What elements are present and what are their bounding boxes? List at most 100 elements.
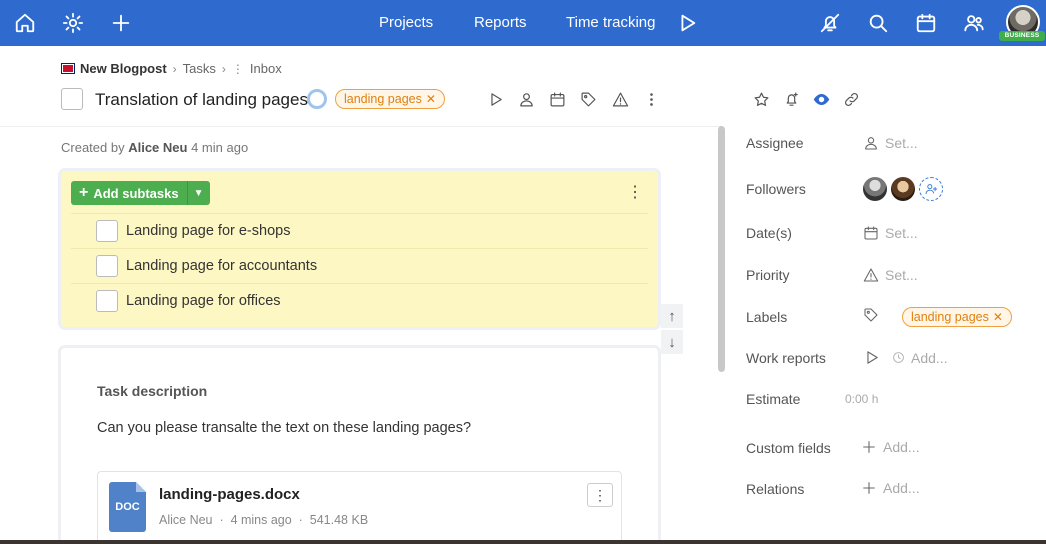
follower-avatar[interactable] [863, 177, 887, 201]
description-text[interactable]: Can you please transalte the text on the… [97, 420, 471, 436]
subtask-title[interactable]: Landing page for offices [126, 293, 281, 309]
assignee-icon[interactable] [516, 89, 536, 109]
nav-time-tracking[interactable]: Time tracking [566, 14, 655, 31]
notifications-off-icon[interactable] [818, 11, 842, 35]
chevron-down-icon[interactable]: ▼ [188, 181, 210, 205]
labels-label: Labels [746, 309, 788, 325]
arrow-down-icon[interactable]: ↓ [661, 330, 683, 354]
assignee-set[interactable]: Set... [863, 135, 918, 151]
tag-icon [864, 308, 878, 322]
priority-set[interactable]: Set... [863, 267, 918, 283]
followers-label: Followers [746, 181, 806, 197]
assignee-label: Assignee [746, 135, 804, 151]
play-icon[interactable] [675, 11, 699, 35]
task-title[interactable]: Translation of landing pages [95, 90, 308, 110]
dates-label: Date(s) [746, 225, 792, 241]
plus-icon [863, 482, 875, 494]
user-icon [865, 137, 877, 150]
follower-avatar[interactable] [891, 177, 915, 201]
created-info: Created by Alice Neu 4 min ago [61, 140, 248, 155]
custom-fields-label: Custom fields [746, 440, 831, 456]
subtask-title[interactable]: Landing page for accountants [126, 258, 317, 274]
task-detail-window: Projects Reports Time tracking BUSINESS … [0, 0, 1046, 540]
relations-add[interactable]: Add... [861, 480, 920, 496]
subtasks-panel: + Add subtasks ▼ ⋮ Landing page for e-sh… [61, 171, 658, 327]
custom-fields-add[interactable]: Add... [861, 439, 920, 455]
link-icon[interactable] [841, 89, 861, 109]
start-timer-icon[interactable] [485, 89, 505, 109]
created-ago: 4 min ago [191, 140, 249, 155]
progress-ring-icon[interactable] [307, 89, 327, 109]
subtask-checkbox[interactable] [96, 290, 118, 312]
uk-flag-icon [61, 63, 75, 74]
labels-chip-text: landing pages [911, 310, 989, 324]
attachment-time: 4 mins ago [230, 513, 292, 527]
attachment-card[interactable]: DOC landing-pages.docx Alice Neu · 4 min… [97, 471, 622, 540]
subtasks-more-icon[interactable]: ⋮ [627, 184, 643, 202]
work-reports-value: Add... [911, 349, 948, 366]
plus-icon[interactable] [109, 11, 133, 35]
add-subtasks-button[interactable]: + Add subtasks ▼ [71, 181, 210, 205]
home-icon[interactable] [13, 11, 37, 35]
star-icon[interactable] [751, 89, 771, 109]
subtask-checkbox[interactable] [96, 220, 118, 242]
task-label-chip[interactable]: landing pages ✕ [335, 89, 445, 109]
breadcrumb-project[interactable]: New Blogpost [80, 61, 167, 76]
breadcrumb-inbox[interactable]: Inbox [250, 61, 282, 76]
nav-projects[interactable]: Projects [379, 14, 433, 31]
relations-value: Add... [883, 480, 920, 496]
desktop-background [0, 540, 1046, 544]
plus-icon: + [79, 184, 89, 201]
subtask-row[interactable]: Landing page for e-shops [71, 213, 648, 248]
priority-warning-icon[interactable] [610, 89, 630, 109]
search-icon[interactable] [866, 11, 890, 35]
custom-fields-value: Add... [883, 439, 920, 455]
doc-file-icon: DOC [109, 482, 146, 532]
breadcrumb-tasks[interactable]: Tasks [183, 61, 216, 76]
created-by-name[interactable]: Alice Neu [128, 140, 187, 155]
users-icon[interactable] [962, 11, 986, 35]
estimate-value[interactable]: 0:00 h [845, 392, 878, 406]
task-label-text: landing pages [344, 92, 422, 106]
bell-plus-icon[interactable] [781, 89, 801, 109]
calendar-icon [864, 226, 878, 240]
tag-icon[interactable] [578, 89, 598, 109]
eye-icon[interactable] [811, 89, 831, 109]
more-vertical-icon[interactable] [641, 89, 661, 109]
settings-icon[interactable] [61, 11, 85, 35]
work-reports-label: Work reports [746, 350, 826, 366]
clock-icon [893, 352, 904, 363]
description-label: Task description [97, 383, 208, 399]
labels-tag-icon-wrap[interactable] [863, 307, 879, 323]
attachment-size: 541.48 KB [309, 513, 369, 527]
add-follower-button[interactable] [919, 177, 943, 201]
business-badge: BUSINESS [999, 31, 1045, 41]
estimate-label: Estimate [746, 391, 801, 407]
labels-chip[interactable]: landing pages ✕ [902, 307, 1012, 327]
subtask-row[interactable]: Landing page for accountants [71, 248, 648, 283]
nav-reports[interactable]: Reports [474, 14, 527, 31]
attachment-name[interactable]: landing-pages.docx [159, 486, 300, 503]
task-complete-checkbox[interactable] [61, 88, 83, 110]
add-subtasks-main[interactable]: + Add subtasks [71, 181, 188, 205]
chevron-right-icon: › [172, 61, 177, 76]
subtask-title[interactable]: Landing page for e-shops [126, 223, 290, 239]
attachment-author: Alice Neu [159, 513, 213, 527]
attachment-more-icon[interactable]: ⋮ [587, 483, 613, 507]
calendar-icon[interactable] [914, 11, 938, 35]
arrow-up-icon[interactable]: ↑ [661, 304, 683, 328]
work-reports-add[interactable]: Add... [863, 349, 948, 366]
assignee-value: Set... [885, 135, 918, 151]
remove-label-icon[interactable]: ✕ [426, 92, 436, 106]
priority-value: Set... [885, 267, 918, 283]
plus-icon [863, 441, 875, 453]
dates-set[interactable]: Set... [863, 225, 918, 241]
scrollbar[interactable] [718, 126, 725, 372]
divider [0, 126, 722, 127]
created-prefix: Created by [61, 140, 125, 155]
subtask-checkbox[interactable] [96, 255, 118, 277]
subtask-row[interactable]: Landing page for offices [71, 283, 648, 318]
due-date-icon[interactable] [547, 89, 567, 109]
remove-label-icon[interactable]: ✕ [993, 310, 1003, 324]
relations-label: Relations [746, 481, 805, 497]
